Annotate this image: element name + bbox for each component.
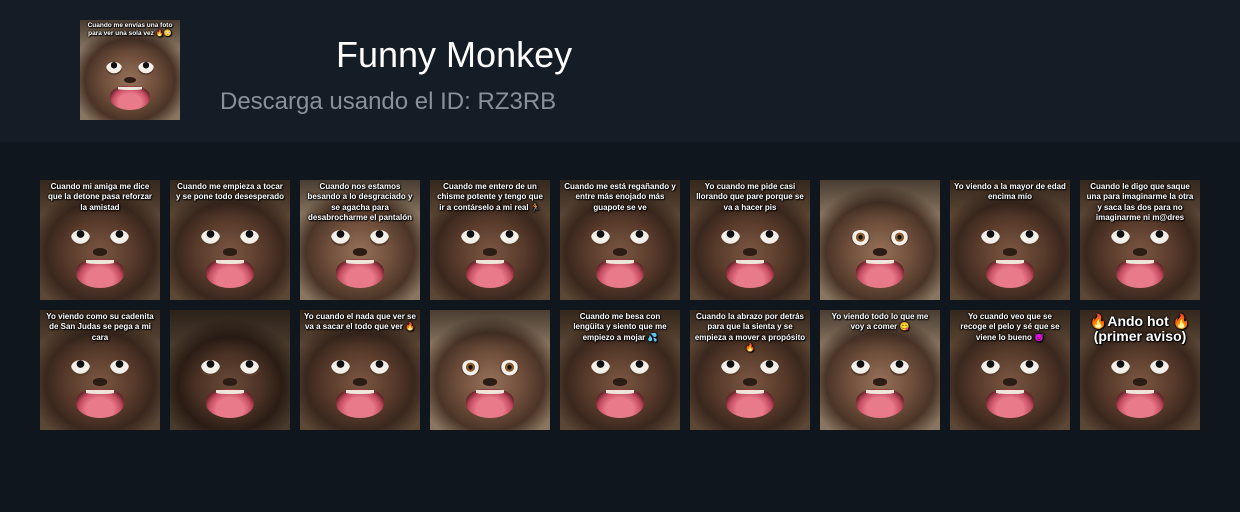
sticker-item[interactable]: Cuando nos estamos besando a lo desgraci… (300, 180, 420, 300)
sticker-item[interactable]: Yo viendo todo lo que me voy a comer 😋 (820, 310, 940, 430)
sticker-caption: Cuando mi amiga me dice que la detone pa… (47, 182, 153, 212)
sticker-item[interactable]: Yo cuando me pide casi llorando que pare… (690, 180, 810, 300)
sticker-caption: Cuando me empieza a tocar y se pone todo… (175, 182, 285, 202)
sticker-item[interactable]: Cuando me empieza a tocar y se pone todo… (170, 180, 290, 300)
sticker-item[interactable]: Yo viendo como su cadenita de San Judas … (40, 310, 160, 430)
sticker-caption: 🔥Ando hot 🔥 (primer aviso) (1089, 313, 1191, 344)
sticker-caption: Yo cuando el nada que ver se va a sacar … (304, 312, 416, 332)
sticker-item[interactable]: Cuando me está regañando y entre más eno… (560, 180, 680, 300)
sticker-caption: Cuando nos estamos besando a lo desgraci… (307, 182, 413, 223)
sticker-item[interactable]: Yo viendo a la mayor de edad encima mío (950, 180, 1070, 300)
sticker-caption: Cuando la abrazo por detrás para que la … (694, 312, 806, 353)
pack-title: Funny Monkey (336, 34, 573, 75)
sticker-item[interactable]: Cuando me besa con lengüita y siento que… (560, 310, 680, 430)
sticker-item[interactable]: Cuando la abrazo por detrás para que la … (690, 310, 810, 430)
thumbnail-caption: Cuando me envías una foto para ver una s… (87, 22, 173, 38)
sticker-item[interactable]: Cuando me entero de un chisme potente y … (430, 180, 550, 300)
sticker-caption: Yo viendo a la mayor de edad encima mío (954, 182, 1066, 202)
sticker-caption: Cuando me besa con lengüita y siento que… (573, 312, 667, 342)
sticker-caption: Cuando le digo que saque una para imagin… (1086, 182, 1194, 223)
sticker-grid: Cuando mi amiga me dice que la detone pa… (40, 180, 1200, 440)
sticker-item[interactable]: Cuando mi amiga me dice que la detone pa… (40, 180, 160, 300)
sticker-row: Yo viendo como su cadenita de San Judas … (40, 310, 1200, 430)
pack-thumbnail[interactable]: Cuando me envías una foto para ver una s… (80, 20, 180, 120)
sticker-item[interactable]: 🔥Ando hot 🔥 (primer aviso) (1080, 310, 1200, 430)
download-id-text: Descarga usando el ID: RZ3RB (220, 88, 557, 115)
sticker-item[interactable] (170, 310, 290, 430)
sticker-item[interactable]: Yo cuando el nada que ver se va a sacar … (300, 310, 420, 430)
sticker-caption: Yo cuando veo que se recoge el pelo y sé… (960, 312, 1060, 342)
sticker-item[interactable]: Cuando le digo que saque una para imagin… (1080, 180, 1200, 300)
sticker-caption: Yo viendo como su cadenita de San Judas … (46, 312, 154, 342)
sticker-caption: Cuando me entero de un chisme potente y … (437, 182, 543, 212)
sticker-caption: Cuando me está regañando y entre más eno… (564, 182, 676, 212)
sticker-row: Cuando mi amiga me dice que la detone pa… (40, 180, 1200, 300)
sticker-caption: Yo viendo todo lo que me voy a comer 😋 (831, 312, 929, 332)
sticker-item[interactable]: Yo cuando veo que se recoge el pelo y sé… (950, 310, 1070, 430)
pack-header: Cuando me envías una foto para ver una s… (0, 0, 1240, 142)
sticker-item[interactable] (430, 310, 550, 430)
sticker-caption: Yo cuando me pide casi llorando que pare… (696, 182, 804, 212)
sticker-item[interactable] (820, 180, 940, 300)
